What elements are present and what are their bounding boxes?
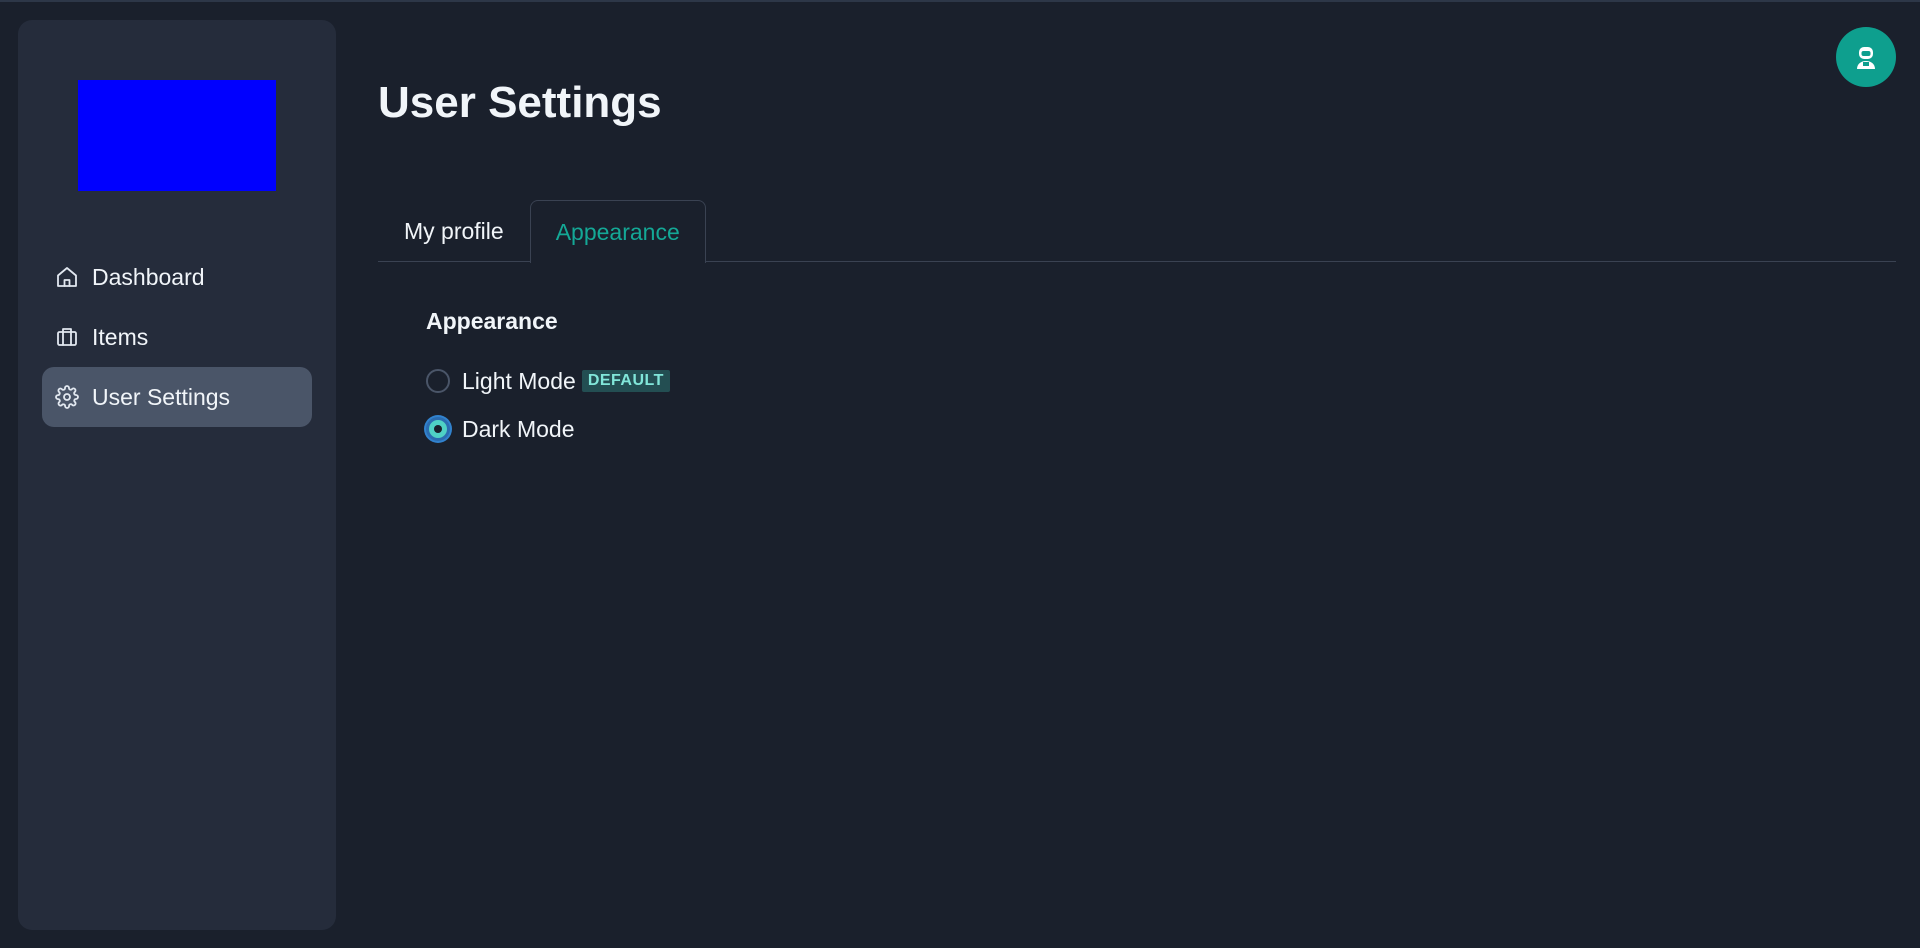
user-avatar-button[interactable] [1836,27,1896,87]
dark-mode-radio[interactable] [426,417,450,441]
sidebar-nav: Dashboard Items User Settings [42,247,312,427]
sidebar: Dashboard Items User Settings [18,20,336,930]
gear-icon [54,384,80,410]
sidebar-item-dashboard[interactable]: Dashboard [42,247,312,307]
sidebar-item-label: Items [92,323,149,350]
tab-my-profile[interactable]: My profile [378,200,530,262]
dark-mode-option[interactable]: Dark Mode [426,405,670,453]
light-mode-option[interactable]: Light Mode DEFAULT [426,357,670,405]
tab-appearance[interactable]: Appearance [529,200,706,263]
user-avatar-icon [1857,47,1875,69]
page-title: User Settings [378,78,662,127]
sidebar-item-user-settings[interactable]: User Settings [42,367,312,427]
briefcase-icon [54,324,80,350]
appearance-section: Appearance Light Mode DEFAULT Dark Mode [426,308,670,453]
light-mode-radio[interactable] [426,369,450,393]
sidebar-item-items[interactable]: Items [42,307,312,367]
section-title: Appearance [426,308,558,334]
home-icon [54,264,80,290]
dark-mode-label: Dark Mode [462,415,575,442]
top-border [0,0,1920,2]
logo [78,80,276,191]
default-badge: DEFAULT [581,370,670,392]
settings-tabs: My profile Appearance [378,200,1896,263]
sidebar-item-label: Dashboard [92,263,205,290]
sidebar-item-label: User Settings [92,383,231,410]
light-mode-label: Light Mode [462,367,576,394]
